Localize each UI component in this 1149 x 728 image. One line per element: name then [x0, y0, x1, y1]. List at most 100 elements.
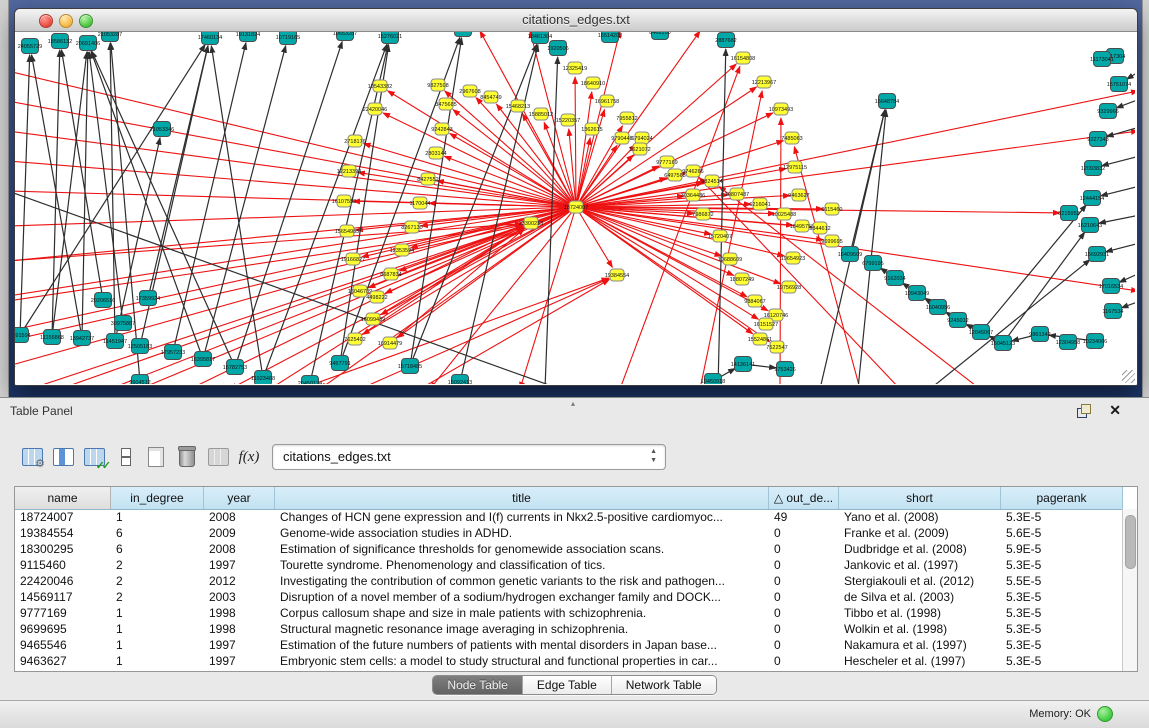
citation-edge-black[interactable] [858, 110, 886, 384]
graph-node-label: 16395817 [191, 357, 215, 363]
graph-node-label: 6799195 [862, 261, 883, 267]
graph-node-label: 15692931 [1085, 252, 1109, 258]
new-table-icon[interactable] [142, 443, 170, 471]
citation-edge-red[interactable] [794, 147, 860, 384]
float-window-icon[interactable] [1077, 404, 1091, 418]
table-row[interactable]: 1456911722003Disruption of a novel membe… [15, 589, 1123, 605]
window-titlebar[interactable]: citations_edges.txt [15, 9, 1137, 32]
citation-edge-black[interactable] [148, 46, 208, 298]
select-columns-icon[interactable]: ✓✓ [80, 443, 108, 471]
table-settings-icon[interactable]: ⚙ [18, 443, 46, 471]
citation-edge-black[interactable] [1102, 156, 1135, 166]
graph-node-label: 8427552 [417, 177, 438, 183]
graph-node-label: 18640910 [581, 81, 605, 87]
graph-node-label: 19384554 [605, 273, 629, 279]
citation-edge-black[interactable] [1121, 301, 1135, 308]
citation-edge-red[interactable] [576, 32, 700, 207]
column-header-pagerank[interactable]: pagerank [1001, 487, 1123, 509]
graph-node-label: 7986872 [692, 212, 713, 218]
graph-node-label: 12353594 [390, 248, 414, 254]
table-row[interactable]: 1938455462009Genome-wide association stu… [15, 525, 1123, 541]
column-header-title[interactable]: title [275, 487, 769, 509]
citation-edge-black[interactable] [981, 205, 1086, 332]
column-header-year[interactable]: year [204, 487, 275, 509]
table-row[interactable]: 946554611997Estimation of the future num… [15, 637, 1123, 653]
citation-edge-black[interactable] [1119, 273, 1135, 282]
citation-edge-black[interactable] [1099, 215, 1135, 223]
table-row[interactable]: 911546021997Tourette syndrome. Phenomeno… [15, 557, 1123, 573]
citation-edge-black[interactable] [1106, 243, 1135, 252]
citation-edge-black[interactable] [1101, 186, 1135, 196]
graph-node-label: 9844612 [809, 226, 830, 232]
graph-node-label: 7625402 [344, 337, 365, 343]
citation-edge-red[interactable] [420, 280, 609, 384]
column-header-out_de[interactable]: △ out_de... [769, 487, 839, 509]
citation-edge-black[interactable] [1127, 71, 1135, 79]
table-row[interactable]: 1830029562008Estimation of significance … [15, 541, 1123, 557]
cell-in_degree: 2 [111, 557, 204, 573]
citation-edge-red[interactable] [575, 77, 576, 207]
table-panel-title: Table Panel [10, 404, 73, 418]
column-header-name[interactable]: name [15, 487, 111, 509]
table-row[interactable]: 2242004622012Investigating the contribut… [15, 573, 1123, 589]
citation-edge-black[interactable] [20, 45, 205, 335]
window-resize-grip[interactable] [1122, 370, 1135, 383]
cell-year: 1997 [204, 653, 275, 669]
citation-edge-red[interactable] [576, 91, 1135, 207]
citation-edge-red[interactable] [15, 207, 576, 366]
citation-edge-black[interactable] [211, 46, 263, 378]
citation-edge-red[interactable] [15, 101, 576, 207]
graph-node-label: 10807487 [725, 192, 749, 198]
panel-splitter-handle[interactable]: ▴ [571, 399, 575, 408]
citation-edge-black[interactable] [718, 49, 726, 384]
citation-edge-red[interactable] [230, 207, 576, 384]
citation-edge-red[interactable] [450, 134, 576, 207]
graph-node-label: 19756928 [777, 285, 801, 291]
graph-node-label: 11173041 [1090, 57, 1114, 63]
close-icon[interactable]: ✕ [1109, 402, 1121, 419]
network-canvas[interactable]: 2405572918586132206914062105328717460134… [15, 32, 1135, 384]
citation-edge-red[interactable] [576, 207, 784, 256]
citation-edge-red[interactable] [576, 32, 620, 207]
citation-edge-black[interactable] [1116, 99, 1135, 108]
table-row[interactable]: 1872400712008Changes of HCN gene express… [15, 509, 1123, 525]
citation-edge-red[interactable] [364, 144, 576, 207]
tab-node-table[interactable]: Node Table [433, 676, 523, 694]
cell-short: Hescheler et al. (1997) [839, 653, 1001, 669]
delete-table-icon[interactable] [173, 443, 201, 471]
table-tab-bar: Node TableEdge TableNetwork Table [0, 675, 1149, 695]
cell-out_de: 0 [769, 605, 839, 621]
row-height-icon[interactable] [111, 443, 139, 471]
citation-edge-red[interactable] [15, 131, 576, 207]
tab-edge-table[interactable]: Edge Table [523, 676, 612, 694]
table-row[interactable]: 946362711997Embryonic stem cells: a mode… [15, 653, 1123, 669]
graph-node-label: 8454749 [480, 95, 501, 101]
citation-edge-red[interactable] [719, 187, 980, 384]
show-columns-icon[interactable] [49, 443, 77, 471]
cell-title: Investigating the contribution of common… [275, 573, 769, 589]
function-builder-icon[interactable]: f(x) [235, 443, 263, 471]
cell-short: Jankovic et al. (1997) [839, 557, 1001, 573]
memory-ok-indicator[interactable] [1097, 706, 1113, 722]
graph-node-label: 1920506 [547, 46, 568, 52]
cell-title: Estimation of the future numbers of pati… [275, 637, 769, 653]
citation-edge-red[interactable] [576, 92, 592, 207]
column-header-in_degree[interactable]: in_degree [111, 487, 204, 509]
citation-edge-black[interactable] [203, 46, 286, 359]
graph-node-label: 2803144 [425, 151, 446, 157]
citation-edge-black[interactable] [850, 110, 885, 254]
table-row[interactable]: 969969511998Structural magnetic resonanc… [15, 621, 1123, 637]
graph-node-label: 16914479 [378, 341, 402, 347]
cell-name: 14569117 [15, 589, 111, 605]
column-header-short[interactable]: short [839, 487, 1001, 509]
cell-pagerank: 5.6E-5 [1001, 525, 1123, 541]
citation-edge-black[interactable] [82, 52, 88, 338]
tab-network-table[interactable]: Network Table [612, 676, 716, 694]
citation-edge-red[interactable] [383, 113, 576, 207]
citation-edge-red[interactable] [576, 131, 1135, 207]
table-row[interactable]: 977716911998Corpus callosum shape and si… [15, 605, 1123, 621]
table-selector-dropdown[interactable]: citations_edges.txt ▲▼ [272, 444, 666, 470]
vertical-scrollbar[interactable] [1122, 509, 1137, 671]
scrollbar-thumb[interactable] [1125, 515, 1136, 569]
graph-node-label: 12093832 [1081, 166, 1105, 172]
